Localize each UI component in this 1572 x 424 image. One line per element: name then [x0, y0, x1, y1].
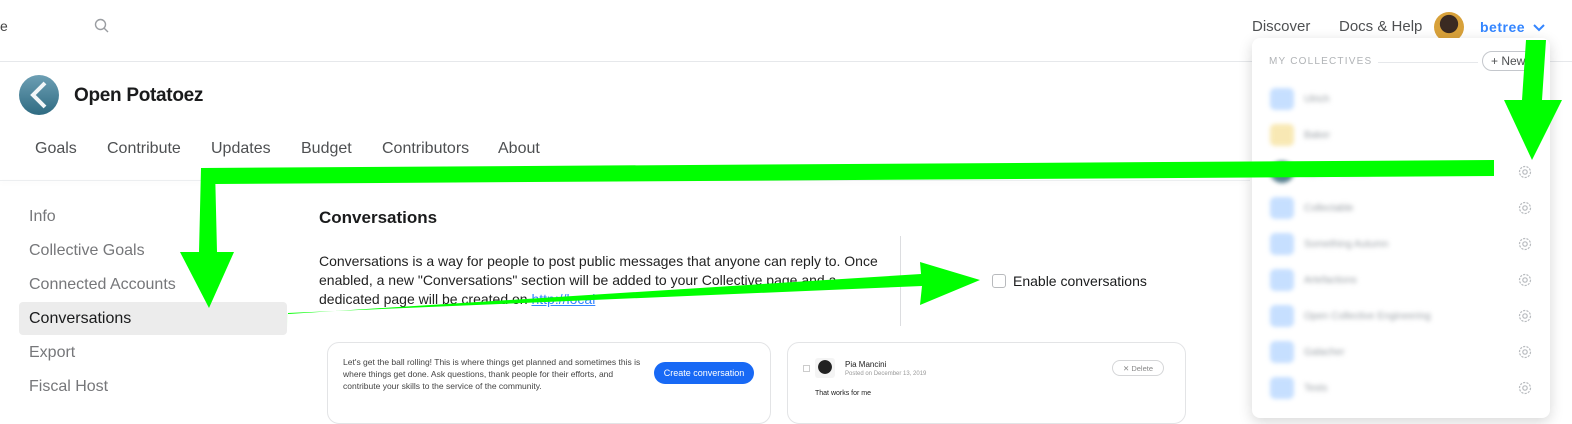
collective-item-label[interactable]: Collectable	[1304, 203, 1353, 214]
collective-page-link[interactable]: http://local	[531, 291, 595, 307]
menu-item-connected-accounts[interactable]: Connected Accounts	[29, 276, 176, 294]
search-icon[interactable]	[94, 18, 110, 39]
reply-text: That works for me	[815, 390, 872, 397]
collective-item-label[interactable]: Tests	[1304, 383, 1327, 394]
gear-icon[interactable]	[1517, 236, 1533, 257]
collective-avatar[interactable]	[1270, 161, 1294, 183]
gear-icon[interactable]	[1517, 380, 1533, 401]
enable-conversations-label[interactable]: Enable conversations	[1013, 273, 1147, 289]
gear-icon[interactable]	[1517, 164, 1533, 185]
preview-card-text: Let's get the ball rolling! This is wher…	[343, 357, 641, 391]
section-description: Conversations is a way for people to pos…	[319, 252, 879, 309]
collective-avatar[interactable]	[1270, 269, 1294, 291]
enable-conversations-checkbox[interactable]	[992, 274, 1006, 288]
collective-item-label[interactable]: Something Autumn	[1304, 239, 1389, 250]
description-text: Conversations is a way for people to pos…	[319, 253, 878, 307]
menu-item-conversations[interactable]: Conversations	[29, 310, 131, 328]
gear-icon[interactable]	[1517, 200, 1533, 221]
gear-icon[interactable]	[1517, 272, 1533, 293]
delete-button[interactable]: ✕ Delete	[1112, 360, 1164, 376]
section-title: Conversations	[319, 208, 438, 227]
tab-budget[interactable]: Budget	[301, 140, 352, 158]
tab-goals[interactable]: Goals	[35, 140, 77, 158]
docs-help-link[interactable]: Docs & Help	[1339, 18, 1422, 35]
collective-item-label[interactable]: Baker	[1304, 130, 1330, 141]
collective-avatar[interactable]	[1270, 233, 1294, 255]
chevron-down-icon[interactable]	[1533, 20, 1545, 38]
posted-date: Posted on December 13, 2019	[845, 371, 927, 377]
close-icon: ✕	[1122, 363, 1132, 373]
preview-card-thread	[787, 342, 1186, 424]
collective-avatar[interactable]	[1270, 341, 1294, 363]
user-dropdown-menu	[1252, 38, 1550, 418]
collective-avatar[interactable]	[1270, 305, 1294, 327]
tab-about[interactable]: About	[498, 140, 540, 158]
tab-updates[interactable]: Updates	[211, 140, 271, 158]
poster-name: Pia Mancini	[845, 360, 887, 369]
gear-icon[interactable]	[1517, 344, 1533, 365]
collective-avatar[interactable]	[1270, 88, 1294, 110]
arrow-to-menu	[180, 168, 234, 308]
create-conversation-button[interactable]: Create conversation	[654, 362, 754, 384]
vertical-divider	[900, 236, 901, 326]
header-divider	[0, 180, 1250, 181]
discover-link[interactable]: Discover	[1252, 18, 1310, 35]
delete-label: Delete	[1131, 363, 1154, 373]
menu-item-fiscal-host[interactable]: Fiscal Host	[29, 378, 108, 396]
dropdown-divider	[1378, 62, 1478, 63]
gear-icon[interactable]	[1517, 308, 1533, 329]
collective-item-label[interactable]: Open Potatoez	[1304, 167, 1371, 178]
menu-item-info[interactable]: Info	[29, 208, 56, 226]
poster-avatar	[815, 358, 835, 378]
menu-item-collective-goals[interactable]: Collective Goals	[29, 242, 145, 260]
dropdown-section-title: MY COLLECTIVES	[1269, 56, 1373, 67]
search-input-fragment[interactable]: e	[0, 18, 8, 34]
collective-item-label[interactable]: Open Collective Engineering	[1304, 311, 1431, 322]
user-menu-name[interactable]: betree	[1480, 19, 1525, 35]
new-collective-button[interactable]: + New	[1482, 51, 1540, 71]
collective-item-label[interactable]: Ulrich	[1304, 94, 1330, 105]
collective-name[interactable]: Open Potatoez	[74, 85, 203, 107]
menu-item-export[interactable]: Export	[29, 344, 75, 362]
collective-item-label[interactable]: Artefactions	[1304, 275, 1357, 286]
collective-avatar[interactable]	[1270, 197, 1294, 219]
tab-contributors[interactable]: Contributors	[382, 140, 469, 158]
collective-item-label[interactable]: Galacher	[1304, 347, 1345, 358]
thread-marker	[803, 365, 810, 372]
collective-logo[interactable]	[19, 75, 59, 115]
collective-avatar[interactable]	[1270, 377, 1294, 399]
collective-avatar[interactable]	[1270, 124, 1294, 146]
tab-contribute[interactable]: Contribute	[107, 140, 181, 158]
